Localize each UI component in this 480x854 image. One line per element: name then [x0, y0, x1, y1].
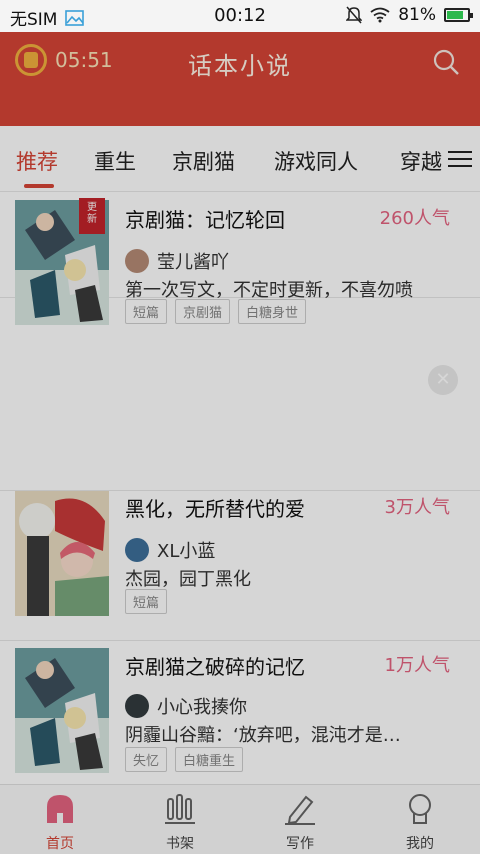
tag[interactable]: 白糖身世: [238, 299, 307, 324]
battery-icon: [444, 8, 473, 22]
tag[interactable]: 京剧猫: [175, 299, 231, 324]
author-name: 莹儿酱吖: [157, 252, 229, 273]
mute-icon: [346, 6, 363, 24]
tab-rebirth[interactable]: 重生: [94, 146, 136, 176]
app-title: 话本小说: [188, 52, 292, 80]
tag[interactable]: 短篇: [125, 299, 168, 324]
active-tab-indicator: [24, 184, 54, 188]
book-author[interactable]: 小心我揍你: [125, 693, 247, 719]
cover-image: [15, 491, 109, 616]
battery-level: [447, 11, 464, 19]
book-description: 阴霾山谷黯：‘放弃吧，混沌才是…: [125, 725, 401, 746]
book-cover[interactable]: [15, 648, 109, 773]
book-card[interactable]: 黑化，无所替代的爱 3万人气 XL小蓝 杰园，园丁黑化 短篇: [0, 491, 480, 641]
book-card[interactable]: 京剧猫之破碎的记忆 1万人气 小心我揍你 阴霾山谷黯：‘放弃吧，混沌才是… 失忆…: [0, 641, 480, 784]
book-tags: 失忆 白糖重生: [125, 747, 244, 772]
home-icon: [47, 795, 73, 823]
book-feed: 更新 京剧猫：记忆轮回 260人气 莹儿酱吖 第一次写文，不定时更新，不喜勿喷 …: [0, 193, 480, 784]
nav-bookshelf[interactable]: 书架: [120, 785, 240, 854]
ad-slot: ✕: [0, 341, 480, 491]
book-title[interactable]: 黑化，无所替代的爱: [125, 493, 305, 522]
profile-icon: [409, 794, 431, 824]
book-author[interactable]: XL小蓝: [125, 537, 215, 563]
wifi-icon: [370, 7, 390, 23]
book-description: 杰园，园丁黑化: [125, 569, 251, 590]
nav-profile[interactable]: 我的: [360, 785, 480, 854]
nav-label: 我的: [406, 836, 434, 852]
book-tags: 短篇 京剧猫 白糖身世: [125, 299, 307, 324]
nav-home[interactable]: 首页: [0, 785, 120, 854]
status-right: 81%: [346, 5, 473, 25]
book-tags: 短篇: [125, 589, 168, 614]
nav-write[interactable]: 写作: [240, 785, 360, 854]
author-name: 小心我揍你: [157, 697, 247, 718]
search-icon[interactable]: [432, 48, 460, 76]
pen-icon: [285, 795, 315, 825]
bottom-navigation: 首页 书架 写作 我的: [0, 784, 480, 854]
nav-label: 写作: [286, 836, 314, 852]
book-title[interactable]: 京剧猫：记忆轮回: [125, 204, 285, 233]
tab-recommend[interactable]: 推荐: [16, 146, 58, 176]
avatar: [125, 538, 149, 562]
popularity-count: 3万人气: [384, 497, 450, 518]
tab-game-fanfic[interactable]: 游戏同人: [274, 146, 358, 176]
book-card[interactable]: 更新 京剧猫：记忆轮回 260人气 莹儿酱吖 第一次写文，不定时更新，不喜勿喷: [0, 193, 480, 325]
status-bar: 无SIM 00:12 81%: [0, 0, 480, 32]
tag[interactable]: 短篇: [125, 589, 168, 614]
cover-image: [15, 648, 109, 773]
popularity-count: 1万人气: [384, 655, 450, 676]
book-cover[interactable]: [15, 491, 109, 616]
tab-time-travel[interactable]: 穿越: [400, 146, 442, 176]
tab-menu-icon[interactable]: [446, 146, 474, 172]
nav-label: 书架: [166, 836, 194, 852]
category-tabs: 推荐 重生 京剧猫 游戏同人 穿越: [0, 126, 480, 192]
book-author[interactable]: 莹儿酱吖: [125, 248, 229, 274]
tab-beijing-opera-cat[interactable]: 京剧猫: [172, 146, 235, 176]
author-name: XL小蓝: [157, 541, 216, 562]
popularity-count: 260人气: [379, 208, 450, 229]
nav-label: 首页: [46, 836, 74, 852]
update-badge: 更新: [79, 198, 105, 234]
close-icon[interactable]: ✕: [428, 365, 458, 395]
book-title[interactable]: 京剧猫之破碎的记忆: [125, 651, 305, 680]
avatar: [125, 249, 149, 273]
avatar: [125, 694, 149, 718]
tag[interactable]: 白糖重生: [175, 747, 244, 772]
tag[interactable]: 失忆: [125, 747, 168, 772]
bookshelf-icon: [165, 794, 195, 824]
battery-percent: 81%: [398, 5, 436, 25]
